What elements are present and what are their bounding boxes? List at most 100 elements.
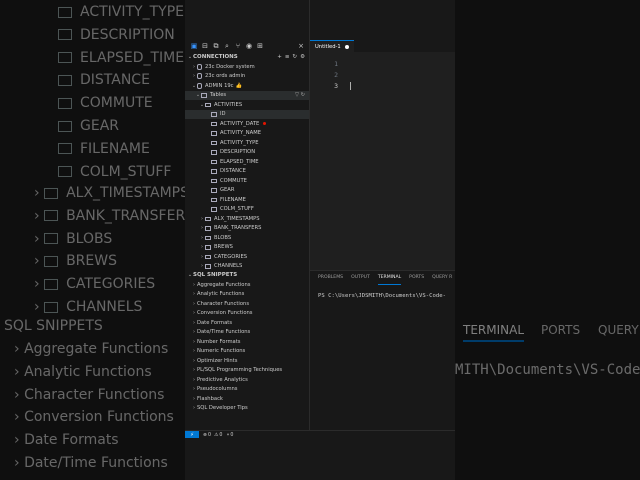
bg-item: COMMUTE [58,95,153,111]
panel-tabs: PROBLEMS OUTPUT TERMINAL PORTS QUERY R [310,271,455,285]
column-item[interactable]: ACTIVITY_DATE [185,119,309,129]
column-item[interactable]: DESCRIPTION [185,148,309,158]
chevron-right-icon: › [14,386,25,403]
empty-area [185,438,455,480]
column-item[interactable]: DISTANCE [185,167,309,177]
table-item[interactable]: › BLOBS [185,233,309,243]
column-item[interactable]: COLM_STUFF [185,205,309,215]
editor-tabbar: Untitled-1 [310,39,455,53]
column-icon [211,112,217,117]
snippet-item[interactable]: › Numeric Functions [185,347,309,357]
table-item[interactable]: › BREWS [185,243,309,253]
terminal-output[interactable]: PS C:\Users\JDSMITH\Documents\VS-Code- [310,285,455,299]
column-item[interactable]: ACTIVITY_NAME [185,129,309,139]
vscode-window: ▣ ⊟ ⧉ ⌕ ⑂ ◉ ⊞ × ⌄ CONNECTIONS + ≡ ↻ ⚙ › … [185,0,455,480]
bg-item: › Date/Time Functions [14,455,168,471]
snippet-item[interactable]: › Conversion Functions [185,309,309,319]
column-icon [211,178,217,183]
chevron-right-icon: › [34,207,45,224]
tab-problems[interactable]: PROBLEMS [318,275,343,285]
connection-item[interactable]: › 23c ords admin [185,72,309,82]
editor-line[interactable]: 1 [310,58,455,69]
editor-line[interactable]: 2 [310,69,455,80]
snippet-item[interactable]: › Optimizer Hints [185,356,309,366]
table-icon [44,255,59,267]
column-icon [211,197,217,202]
copy-icon[interactable]: ⧉ [212,42,220,50]
snippet-item[interactable]: › SQL Developer Tips [185,404,309,414]
column-item[interactable]: FILENAME [185,195,309,205]
folder-icon [201,92,207,98]
table-icon [205,254,211,259]
snippet-item[interactable]: › Aggregate Functions [185,280,309,290]
database-icon [197,73,202,80]
sql-snippets-header[interactable]: ⌄ SQL SNIPPETS [185,270,309,280]
column-icon [211,169,217,174]
table-icon [58,166,72,178]
snippet-item[interactable]: › Date Formats [185,318,309,328]
bg-item: › Analytic Functions [14,363,152,380]
close-icon[interactable]: × [297,42,305,50]
source-control-icon[interactable]: ⑂ [234,42,242,50]
editor[interactable]: Untitled-1 1 2 3 [310,39,455,270]
column-icon [211,121,217,126]
connections-header[interactable]: ⌄ CONNECTIONS + ≡ ↻ ⚙ [185,52,309,62]
bg-item: › ALX_TIMESTAMPS [34,185,185,201]
connection-item[interactable]: › 23c Docker system [185,62,309,72]
database-icon[interactable]: ⊟ [201,42,209,50]
column-item[interactable]: ELAPSED_TIME [185,157,309,167]
column-item[interactable]: GEAR [185,186,309,196]
snippet-item[interactable]: › Pseudocolumns [185,385,309,395]
settings-icon[interactable]: ⚙ [300,54,305,60]
table-item[interactable]: › CATEGORIES [185,252,309,262]
snippet-item[interactable]: › Date/Time Functions [185,328,309,338]
table-icon [58,74,72,86]
add-connection-icon[interactable]: + [277,54,282,60]
chevron-right-icon: › [14,409,25,426]
snippet-item[interactable]: › Analytic Functions [185,290,309,300]
files-icon[interactable]: ▣ [190,42,198,50]
table-icon [205,216,211,221]
editor-tab[interactable]: Untitled-1 [310,39,354,53]
tables-node[interactable]: ⌄ Tables ▽ ↻ [185,90,309,100]
tab-query-results[interactable]: QUERY R [432,275,452,285]
snippet-item[interactable]: › Predictive Analytics [185,375,309,385]
background-right: TERMINAL PORTS QUERY R MITH\Documents\VS-Co… [455,0,640,480]
table-item[interactable]: › ALX_TIMESTAMPS [185,214,309,224]
tab-ports[interactable]: PORTS [409,275,424,285]
expand-icon[interactable]: ≡ [285,54,290,60]
snippet-item[interactable]: › Character Functions [185,299,309,309]
warnings-icon[interactable]: ⚠ [214,433,218,438]
bg-terminal-path: MITH\Documents\VS-Code- [455,362,640,378]
run-debug-icon[interactable]: ◉ [245,42,253,50]
bg-item: ELAPSED_TIME [58,50,184,66]
bg-item: › CHANNELS [34,299,143,315]
snippet-item[interactable]: › Number Formats [185,337,309,347]
extensions-icon[interactable]: ⊞ [256,42,264,50]
snippet-item[interactable]: › PL/SQL Programming Techniques [185,366,309,376]
editor-line[interactable]: 3 [310,80,455,91]
thumbs-up-icon: 👍 [235,82,242,89]
bg-item: › BANK_TRANSFERS [34,207,185,224]
bg-item: DISTANCE [58,72,150,88]
table-activities[interactable]: ⌄ ACTIVITIES [185,100,309,110]
column-icon [211,207,217,212]
errors-icon[interactable]: ⊗ [203,433,207,438]
bg-tab: TERMINAL [463,323,525,342]
filter-icon[interactable]: ▽ ↻ [295,92,309,98]
connection-item-admin[interactable]: ⌄ ADMIN 19c 👍 [185,81,309,91]
bg-item: › Aggregate Functions [14,341,169,357]
tab-output[interactable]: OUTPUT [351,275,370,285]
chevron-right-icon: › [14,432,25,449]
refresh-icon[interactable]: ↻ [292,54,297,60]
tab-terminal[interactable]: TERMINAL [377,275,402,285]
column-item[interactable]: ACTIVITY_TYPE [185,138,309,148]
table-item[interactable]: › BANK_TRANSFERS [185,224,309,234]
chevron-right-icon: › [14,341,25,357]
column-item[interactable]: COMMUTE [185,176,309,186]
column-item[interactable]: ID [185,109,309,119]
search-icon[interactable]: ⌕ [223,42,231,50]
bg-tab: PORTS [541,323,581,337]
column-icon [211,131,217,136]
snippet-item[interactable]: › Flashback [185,394,309,404]
